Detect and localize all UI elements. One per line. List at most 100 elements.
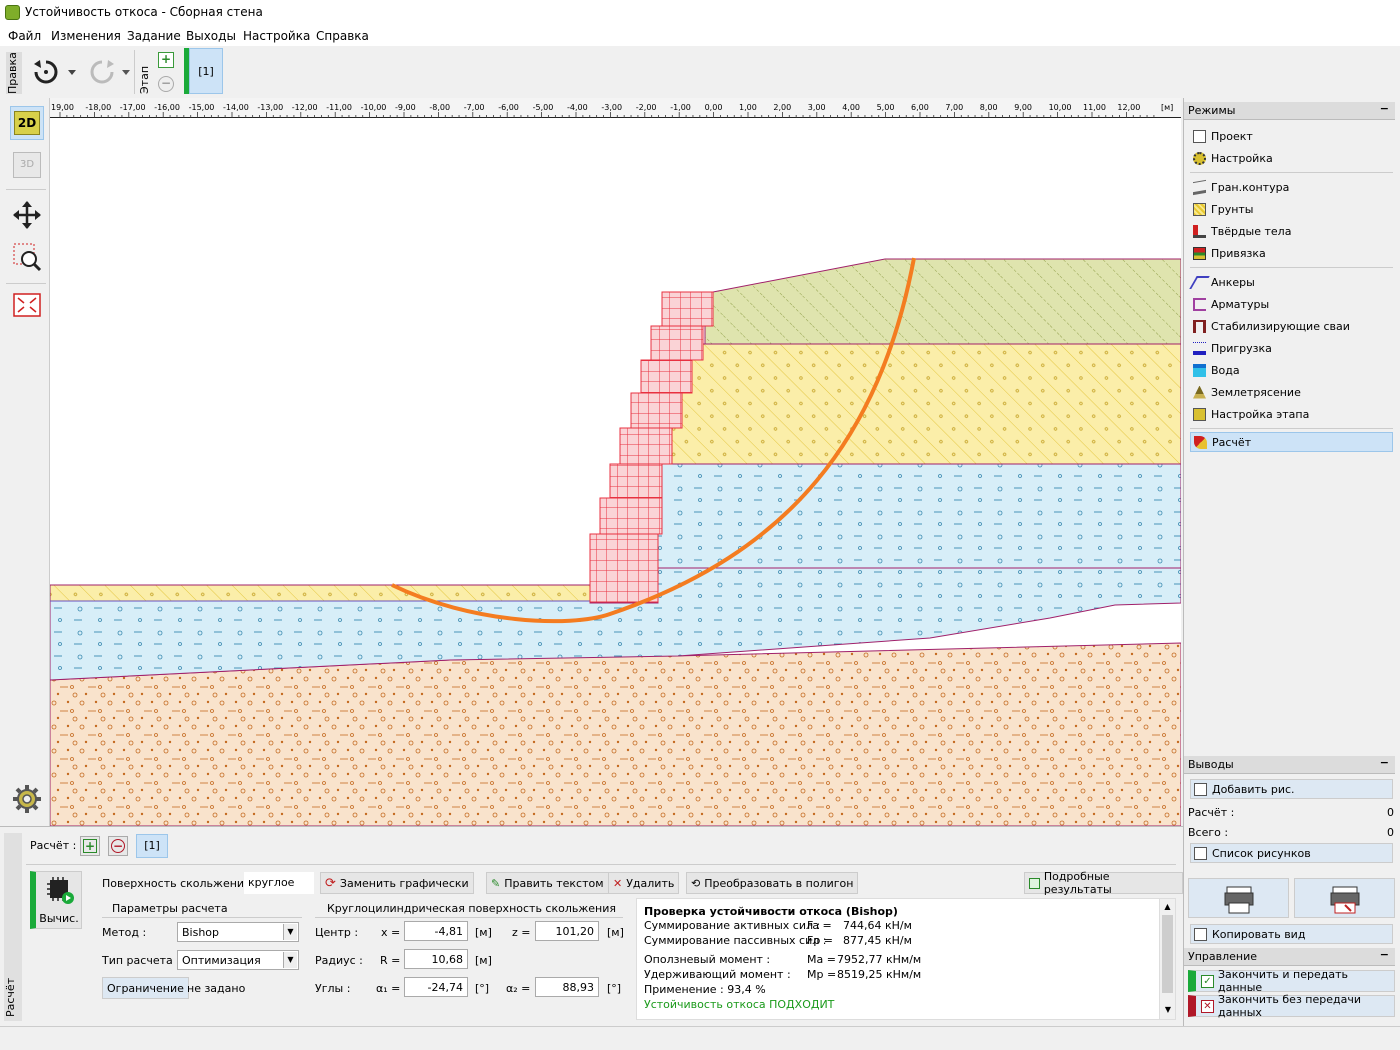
edit-text-button[interactable]: ✎ Править текстом — [486, 872, 609, 894]
mode-label: Землетрясение — [1211, 385, 1301, 399]
add-analysis-button[interactable]: + — [80, 836, 100, 856]
copy-view-button[interactable]: Копировать вид — [1190, 924, 1393, 944]
alpha1-input[interactable]: -24,74 — [404, 977, 468, 997]
add-picture-label: Добавить рис. — [1212, 782, 1295, 796]
a1-unit: [°] — [475, 982, 490, 995]
redo-button[interactable] — [86, 56, 134, 91]
compute-icon — [47, 877, 74, 904]
picture-list-button[interactable]: Список рисунков — [1190, 843, 1393, 863]
menu-outputs[interactable]: Выходы — [186, 29, 236, 43]
mode-earthquake[interactable]: Землетрясение — [1190, 382, 1393, 402]
ruler-tick-label: -15,00 — [189, 103, 215, 112]
menu-file[interactable]: Файл — [8, 29, 41, 43]
left-toolbar: 2D 3D — [0, 98, 50, 826]
finish-no-transfer-button[interactable]: ✕ Закончить без передачи данных — [1188, 993, 1395, 1019]
modes-separator-2 — [1190, 267, 1393, 268]
resisting-moment-symbol: Mp = — [807, 968, 837, 981]
menu-bar: Файл Изменения Задание Выходы Настройка … — [0, 26, 1400, 46]
restriction-button[interactable]: Ограничение — [102, 977, 189, 999]
ruler-tick-label: -2,00 — [636, 103, 657, 112]
add-stage-button[interactable]: + — [158, 52, 174, 68]
utilization: Применение : 93,4 % — [644, 983, 766, 996]
ruler-tick-label: 10,00 — [1049, 103, 1072, 112]
scroll-up-icon[interactable]: ▲ — [1160, 899, 1175, 914]
toolbar-divider — [134, 50, 135, 94]
mode-piles[interactable]: Стабилизирующие сваи — [1190, 316, 1393, 336]
type-label: Тип расчета : — [102, 954, 180, 967]
mode-surcharge[interactable]: Пригрузка — [1190, 338, 1393, 358]
alpha2-input[interactable]: 88,93 — [535, 977, 599, 997]
menu-edit[interactable]: Изменения — [51, 29, 121, 43]
slip-surface-select[interactable]: круглое — [244, 872, 314, 894]
soil-yellow-toe — [50, 584, 591, 602]
finish-transfer-button[interactable]: ✓ Закончить и передать данные — [1188, 968, 1395, 994]
mode-water[interactable]: Вода — [1190, 360, 1393, 380]
mode-soils[interactable]: Грунты — [1190, 199, 1393, 219]
mode-settings[interactable]: Настройка — [1190, 148, 1393, 168]
scroll-down-icon[interactable]: ▼ — [1160, 1002, 1176, 1017]
restriction-value: не задано — [187, 982, 246, 995]
collapse-icon[interactable]: − — [1380, 102, 1389, 115]
center-z-input[interactable]: 101,20 — [535, 921, 599, 941]
dropdown-arrow-icon: ▼ — [283, 952, 297, 968]
scrollbar-thumb[interactable] — [1162, 915, 1173, 993]
view-3d-button[interactable]: 3D — [10, 148, 44, 182]
stage-tab-1[interactable]: [1] — [189, 48, 223, 94]
ruler-tick-label: -13,00 — [257, 103, 283, 112]
remove-analysis-button[interactable]: − — [108, 836, 128, 856]
replace-graphically-button[interactable]: ⟳ Заменить графически — [320, 872, 474, 894]
convert-icon: ⟲ — [691, 876, 701, 890]
method-select[interactable]: Bishop ▼ — [177, 922, 299, 942]
settings-button[interactable] — [10, 782, 44, 816]
menu-help[interactable]: Справка — [316, 29, 369, 43]
mode-project[interactable]: Проект — [1190, 126, 1393, 146]
ruler-tick-label: 12,00 — [1117, 103, 1140, 112]
print-export-button[interactable] — [1294, 878, 1395, 918]
control-header: Управление − — [1184, 948, 1395, 966]
zoom-window-button[interactable] — [10, 240, 44, 274]
view-2d-button[interactable]: 2D — [10, 106, 44, 140]
pan-button[interactable] — [10, 198, 44, 232]
convert-polygon-button[interactable]: ⟲ Преобразовать в полигон — [686, 872, 859, 894]
add-picture-button[interactable]: Добавить рис. — [1190, 779, 1393, 799]
results-box: Проверка устойчивости откоса (Bishop) Су… — [636, 898, 1176, 1020]
drawing-canvas[interactable]: 19,00 -18,00 -17,00 -16,00 -15,00 -14,00 -13,0… — [50, 98, 1181, 826]
results-scrollbar[interactable]: ▲ ▼ — [1159, 899, 1175, 1019]
print-button[interactable] — [1188, 878, 1289, 918]
method-label: Метод : — [102, 926, 147, 939]
modes-separator — [1190, 172, 1393, 173]
mode-rigid-bodies[interactable]: Твёрдые тела — [1190, 221, 1393, 241]
type-select[interactable]: Оптимизация ▼ — [177, 950, 299, 970]
remove-stage-button[interactable]: − — [158, 76, 174, 92]
right-panel: Режимы − Проект Настройка Гран.контура Гр… — [1183, 98, 1400, 1026]
undo-button[interactable] — [30, 56, 78, 91]
compute-button[interactable]: Вычис. — [30, 871, 82, 929]
ruler-tick-label: 9,00 — [1014, 103, 1032, 112]
edit-text-label: Править текстом — [504, 876, 604, 890]
circle-divider — [315, 917, 623, 918]
mode-stage-settings[interactable]: Настройка этапа — [1190, 404, 1393, 424]
delete-label: Удалить — [626, 876, 675, 890]
radius-input[interactable]: 10,68 — [404, 949, 468, 969]
mode-anchors[interactable]: Анкеры — [1189, 272, 1393, 292]
results-icon — [1029, 877, 1040, 889]
mode-assign[interactable]: Привязка — [1190, 243, 1393, 263]
collapse-icon[interactable]: − — [1380, 948, 1389, 961]
center-x-input[interactable]: -4,81 — [404, 921, 468, 941]
mode-interface[interactable]: Гран.контура — [1190, 177, 1393, 197]
mode-analysis[interactable]: Расчёт — [1190, 432, 1393, 452]
menu-settings[interactable]: Настройка — [243, 29, 310, 43]
undo-icon — [34, 60, 76, 84]
a1-label: α₁ = — [376, 982, 401, 995]
menu-task[interactable]: Задание — [127, 29, 181, 43]
ruler-tick-label: 5,00 — [877, 103, 895, 112]
collapse-icon[interactable]: − — [1380, 756, 1389, 769]
verdict: Устойчивость откоса ПОДХОДИТ — [644, 998, 835, 1011]
replace-icon: ⟳ — [325, 875, 336, 891]
gear-icon — [13, 785, 41, 813]
analysis-tab-1[interactable]: [1] — [136, 834, 168, 858]
delete-button[interactable]: ✕ Удалить — [608, 872, 680, 894]
mode-reinforcements[interactable]: Арматуры — [1190, 294, 1393, 314]
zoom-extents-button[interactable] — [10, 288, 44, 322]
detailed-results-button[interactable]: Подробные результаты — [1024, 870, 1183, 896]
